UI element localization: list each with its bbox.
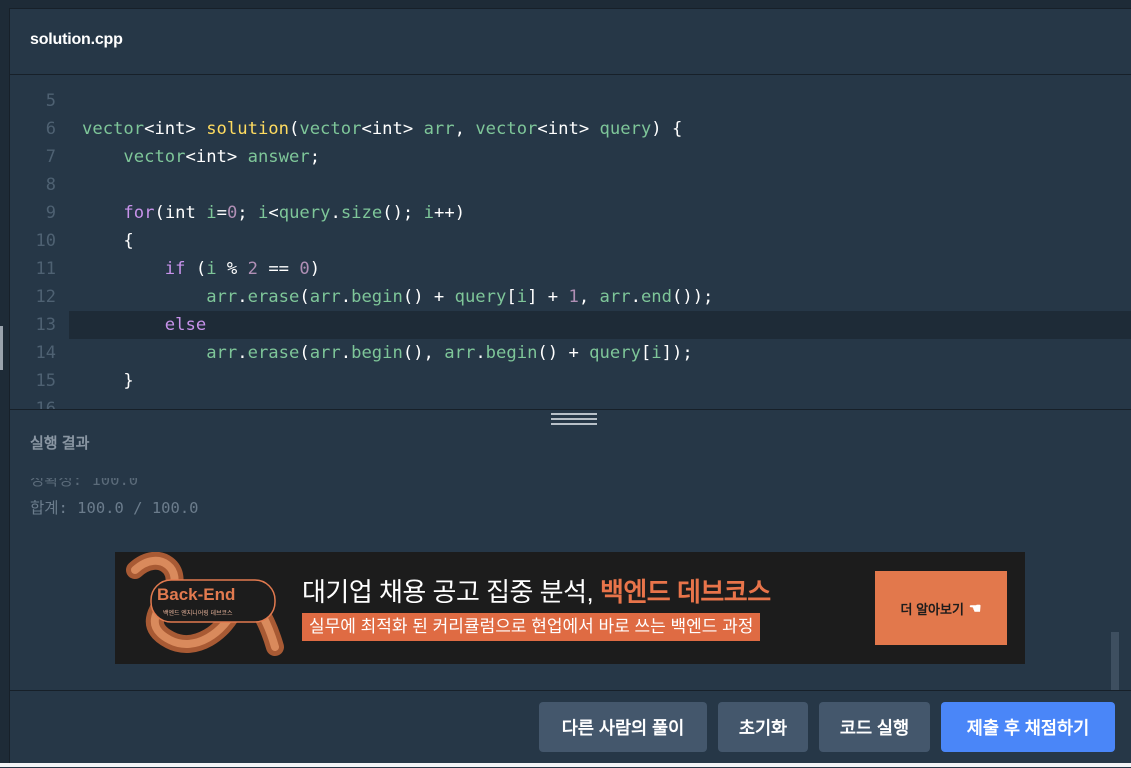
code-line: 9 for(int i=0; i<query.size(); i++)	[10, 199, 1131, 227]
other-solutions-button[interactable]: 다른 사람의 풀이	[539, 702, 707, 752]
banner-logo-subtext: 백엔드 엔지니어링 데브코스	[163, 611, 233, 617]
line-number: 16	[35, 399, 56, 409]
code-text: arr.erase(arr.begin(), arr.begin() + que…	[206, 343, 693, 363]
code-line: 13 else	[10, 311, 1131, 339]
learn-more-label: 더 알아보기	[900, 601, 964, 617]
result-title: 실행 결과	[30, 435, 90, 452]
line-number: 12	[35, 287, 56, 307]
panel-resize-handle[interactable]	[0, 326, 3, 370]
banner-headline-main: 대기업 채용 공고 집중 분석,	[302, 577, 600, 607]
left-frame-edge	[0, 0, 10, 767]
code-line: 11 if (i % 2 == 0)	[10, 255, 1131, 283]
code-text: vector<int> answer;	[123, 147, 321, 167]
result-panel-header: 실행 결과	[10, 409, 1131, 479]
reset-button[interactable]: 초기화	[718, 702, 808, 752]
line-number: 8	[45, 175, 56, 195]
line-number: 15	[35, 371, 56, 391]
code-text: vector<int> solution(vector<int> arr, ve…	[82, 119, 683, 139]
banner-subline: 실무에 최적화 된 커리큘럼으로 현업에서 바로 쓰는 백엔드 과정	[302, 613, 761, 641]
line-number: 10	[35, 231, 56, 251]
resize-grip-icon[interactable]	[551, 413, 597, 427]
line-number: 14	[35, 343, 56, 363]
line-number: 11	[35, 259, 56, 279]
code-line: 6 vector<int> solution(vector<int> arr, …	[10, 115, 1131, 143]
code-line: 15 }	[10, 367, 1131, 395]
banner-headline: 대기업 채용 공고 집중 분석, 백엔드 데브코스	[302, 572, 771, 609]
action-bar: 다른 사람의 풀이 초기화 코드 실행 제출 후 채점하기	[10, 690, 1131, 768]
code-text: if (i % 2 == 0)	[164, 259, 321, 279]
run-code-button[interactable]: 코드 실행	[819, 702, 930, 752]
code-line: 14 arr.erase(arr.begin(), arr.begin() + …	[10, 339, 1131, 367]
pointing-hand-icon: ☚	[968, 599, 982, 616]
result-output: 정확성: 100.0 합계: 100.0 / 100.0 Back-End 백엔…	[10, 478, 1131, 690]
code-editor[interactable]: 5 6 vector<int> solution(vector<int> arr…	[10, 75, 1131, 409]
code-text: {	[82, 231, 134, 251]
code-line: 10 {	[10, 227, 1131, 255]
code-line: 7 vector<int> answer;	[10, 143, 1131, 171]
code-text: }	[82, 371, 134, 391]
line-number: 13	[35, 315, 56, 335]
ad-banner[interactable]: Back-End 백엔드 엔지니어링 데브코스 대기업 채용 공고 집중 분석,…	[115, 552, 1025, 664]
line-number: 6	[45, 119, 56, 139]
code-line: 12 arr.erase(arr.begin() + query[i] + 1,…	[10, 283, 1131, 311]
banner-logo-text: Back-End	[157, 585, 236, 604]
result-scrollbar[interactable]	[1111, 632, 1119, 690]
result-total-line: 합계: 100.0 / 100.0	[30, 499, 199, 517]
code-text: arr.erase(arr.begin() + query[i] + 1, ar…	[206, 287, 714, 307]
line-number: 9	[45, 203, 56, 223]
code-line: 8	[10, 171, 1131, 199]
line-number: 5	[45, 91, 56, 111]
top-edge	[9, 0, 1131, 9]
code-line: 5	[10, 87, 1131, 115]
code-line: 16	[10, 395, 1131, 409]
submit-button[interactable]: 제출 후 채점하기	[941, 702, 1115, 752]
result-line-partial: 정확성: 100.0	[30, 478, 139, 489]
code-text: else	[164, 315, 207, 335]
line-number: 7	[45, 147, 56, 167]
editor-header: solution.cpp	[10, 9, 1131, 75]
learn-more-button[interactable]: 더 알아보기 ☚	[875, 571, 1007, 645]
file-tab[interactable]: solution.cpp	[30, 31, 123, 49]
banner-headline-accent: 백엔드 데브코스	[599, 577, 771, 607]
code-text: for(int i=0; i<query.size(); i++)	[123, 203, 466, 223]
bottom-edge	[0, 763, 1131, 767]
